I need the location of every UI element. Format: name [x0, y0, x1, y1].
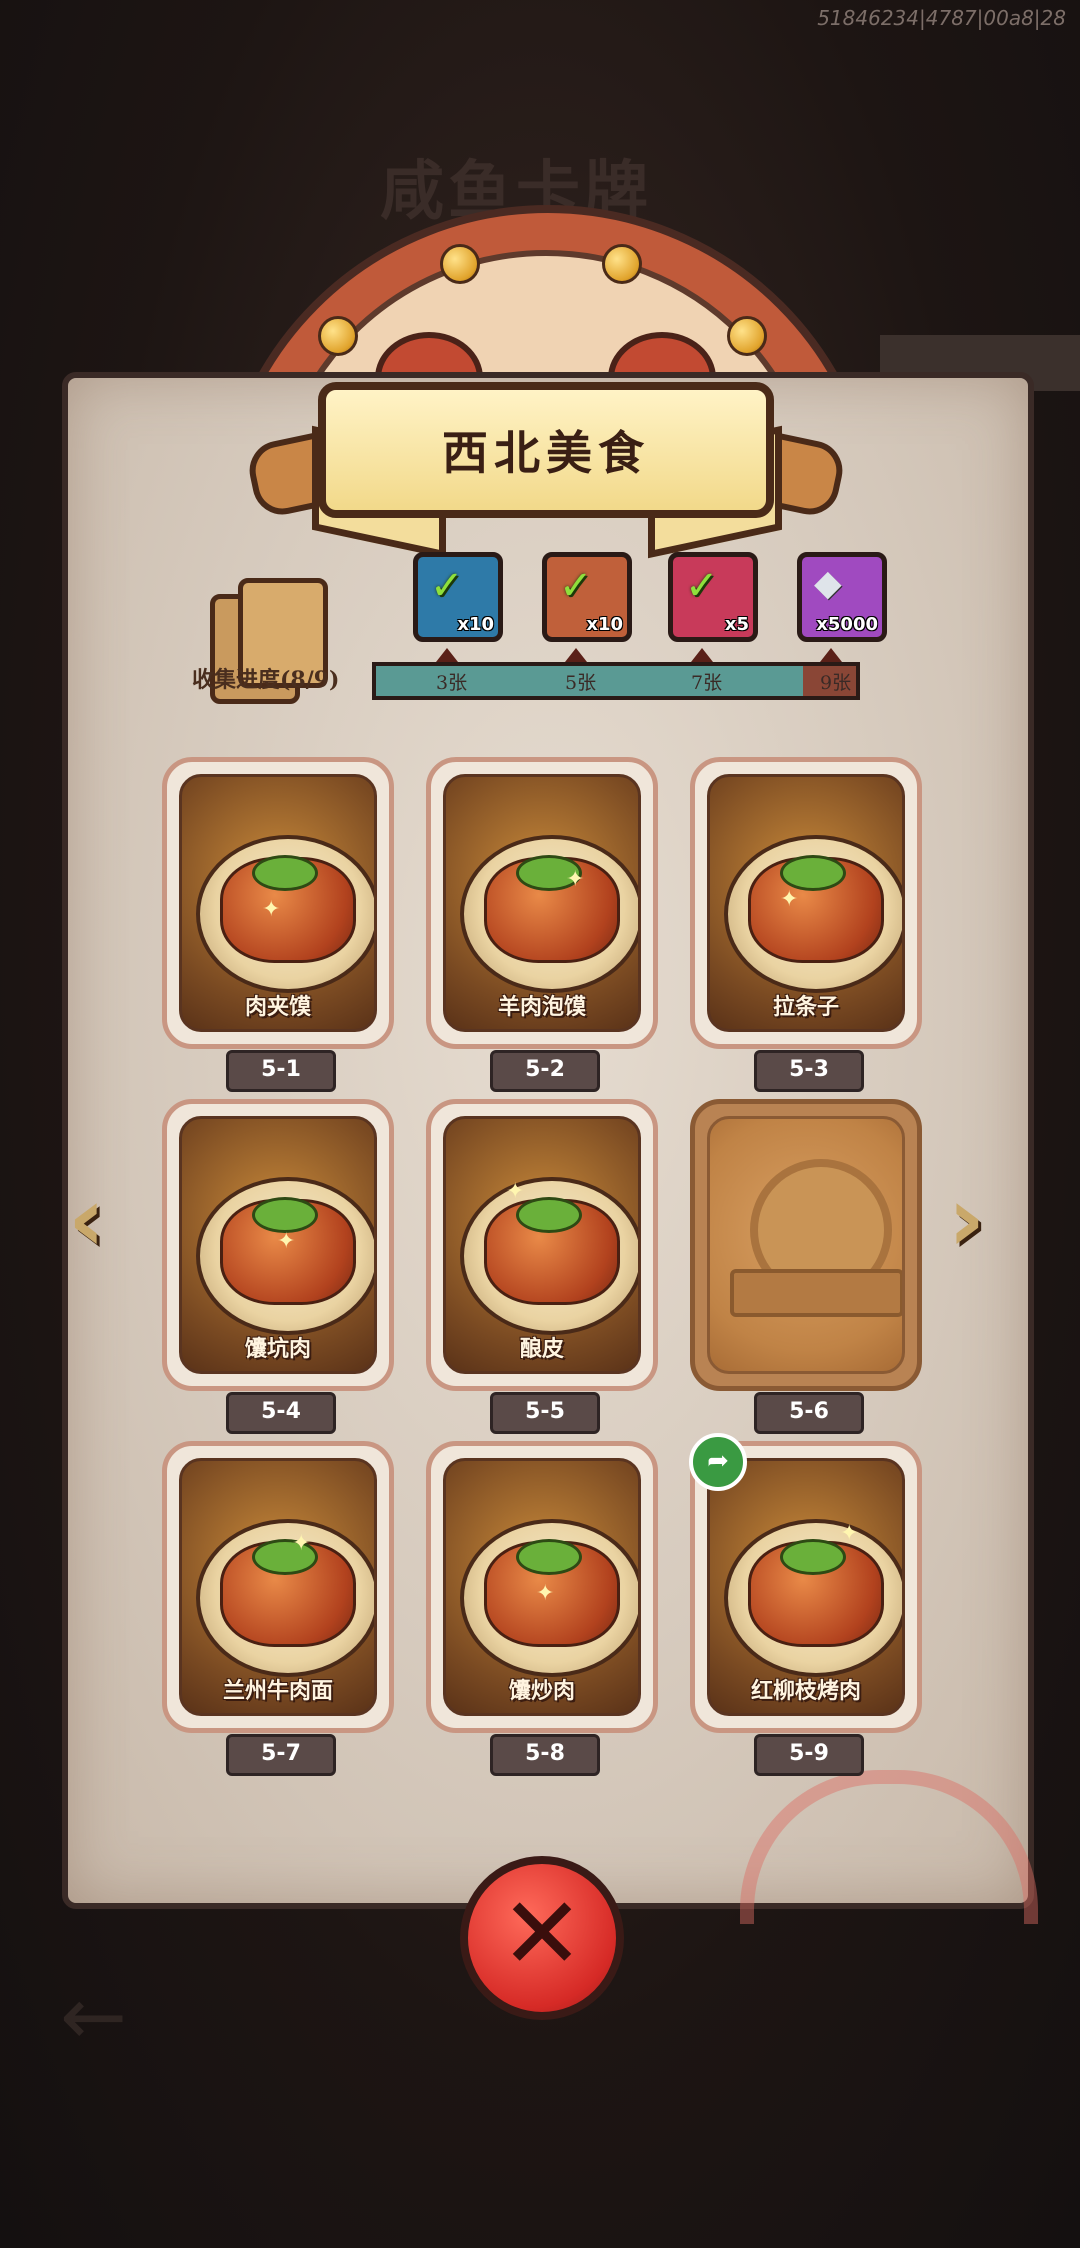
- food-name: 红柳枝烤肉: [750, 1678, 861, 1704]
- food-code-tag: 5-8: [490, 1734, 600, 1776]
- debug-id: 51846234|4787|00a8|28: [817, 6, 1066, 30]
- food-card-5-7[interactable]: ✦ 兰州牛肉面: [162, 1441, 394, 1733]
- reward-qty: x5000: [816, 614, 878, 635]
- food-card-5-6-locked[interactable]: [690, 1099, 922, 1391]
- back-arrow-icon: ←: [60, 1970, 128, 2063]
- food-name: 馕坑肉: [244, 1336, 311, 1362]
- food-code-tag: 5-4: [226, 1392, 336, 1434]
- milestone-label: 5张: [565, 672, 597, 694]
- title-banner: 西北美食: [318, 382, 774, 518]
- reward-qty: x5: [724, 614, 749, 635]
- food-name: 酿皮: [519, 1336, 564, 1362]
- check-icon: ✓: [559, 563, 593, 609]
- food-card-5-2[interactable]: ✦ 羊肉泡馍: [426, 757, 658, 1049]
- food-code-tag: 5-1: [226, 1050, 336, 1092]
- food-name: 兰州牛肉面: [222, 1678, 333, 1704]
- reward-qty: x10: [586, 614, 623, 635]
- food-code-tag: 5-7: [226, 1734, 336, 1776]
- milestone-marker: [691, 648, 713, 662]
- milestone-marker: [820, 648, 842, 662]
- chevron-right-icon[interactable]: ›: [948, 1170, 1008, 1270]
- close-icon: ✕: [500, 1875, 584, 1992]
- milestone-label: 3张: [436, 672, 468, 694]
- food-code-tag: 5-6: [754, 1392, 864, 1434]
- milestone-marker: [565, 648, 587, 662]
- food-code-tag: 5-3: [754, 1050, 864, 1092]
- share-icon[interactable]: ➦: [689, 1433, 747, 1491]
- milestone-marker: [436, 648, 458, 662]
- panel-title: 西北美食: [442, 426, 650, 480]
- chevron-left-icon[interactable]: ‹: [68, 1170, 128, 1270]
- food-code-tag: 5-2: [490, 1050, 600, 1092]
- food-name: 羊肉泡馍: [497, 994, 586, 1020]
- milestone-label: 7张: [691, 672, 723, 694]
- reward-qty: x10: [457, 614, 494, 635]
- locked-ribbon: [730, 1269, 902, 1317]
- reward-purple-orb-icon[interactable]: ✓ x5: [668, 552, 758, 642]
- food-card-5-4[interactable]: ✦ 馕坑肉: [162, 1099, 394, 1391]
- food-card-5-3[interactable]: ✦ 拉条子: [690, 757, 922, 1049]
- reward-green-chest-icon[interactable]: ✓ x10: [413, 552, 503, 642]
- food-name: 拉条子: [772, 994, 839, 1020]
- food-code-tag: 5-9: [754, 1734, 864, 1776]
- crystal-icon: ◆: [814, 563, 842, 604]
- food-name: 肉夹馍: [244, 994, 311, 1020]
- stud-icon: [440, 244, 480, 284]
- check-icon: ✓: [430, 563, 464, 609]
- food-code-tag: 5-5: [490, 1392, 600, 1434]
- check-icon: ✓: [685, 563, 719, 609]
- close-button[interactable]: ✕: [460, 1856, 624, 2020]
- food-card-5-1[interactable]: ✦ 肉夹馍: [162, 757, 394, 1049]
- stud-icon: [727, 316, 767, 356]
- food-name: 馕炒肉: [508, 1678, 575, 1704]
- stud-icon: [602, 244, 642, 284]
- reward-orange-key-icon[interactable]: ✓ x10: [542, 552, 632, 642]
- stud-icon: [318, 316, 358, 356]
- food-card-5-5[interactable]: ✦ 酿皮: [426, 1099, 658, 1391]
- food-card-5-8[interactable]: ✦ 馕炒肉: [426, 1441, 658, 1733]
- milestone-label: 9张: [820, 672, 852, 694]
- progress-label: 收集进度(8/9): [192, 667, 340, 693]
- reward-silver-crystal-icon[interactable]: ◆ x5000: [797, 552, 887, 642]
